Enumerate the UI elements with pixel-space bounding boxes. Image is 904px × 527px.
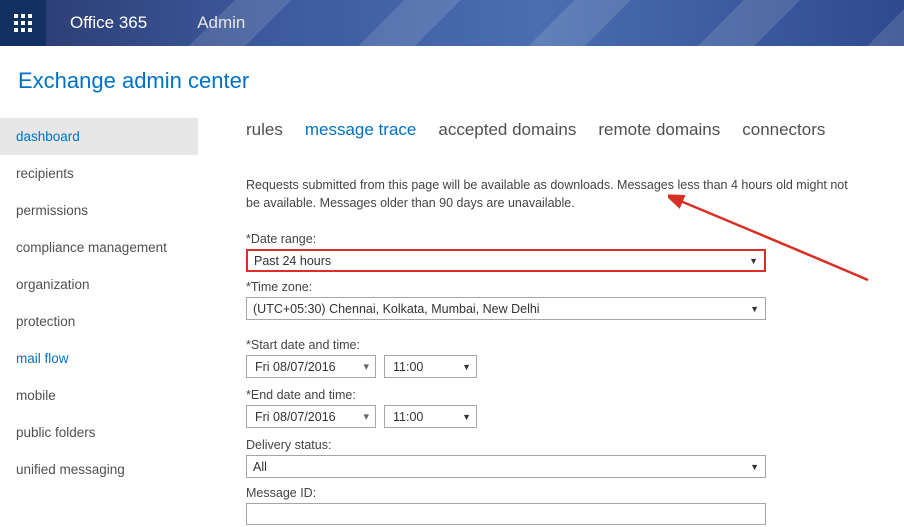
start-datetime-label: *Start date and time: [246,338,864,352]
sidebar-item-permissions[interactable]: permissions [0,192,198,229]
tab-rules[interactable]: rules [246,120,283,140]
main-content: rules message trace accepted domains rem… [198,118,904,525]
delivery-status-select[interactable]: All [246,455,766,478]
date-range-select[interactable]: Past 24 hours [246,249,766,272]
sidebar-item-organization[interactable]: organization [0,266,198,303]
sidebar-item-recipients[interactable]: recipients [0,155,198,192]
message-id-label: Message ID: [246,486,864,500]
sidebar-item-mail-flow[interactable]: mail flow [0,340,198,377]
sidebar-item-unified-messaging[interactable]: unified messaging [0,451,198,488]
end-datetime-label: *End date and time: [246,388,864,402]
timezone-value: (UTC+05:30) Chennai, Kolkata, Mumbai, Ne… [253,302,540,316]
tab-connectors[interactable]: connectors [742,120,825,140]
sidebar: dashboard recipients permissions complia… [0,118,198,525]
date-range-value: Past 24 hours [254,254,331,268]
start-date-picker[interactable]: Fri 08/07/2016 [246,355,376,378]
end-date-value: Fri 08/07/2016 [255,410,336,424]
tab-message-trace[interactable]: message trace [305,120,417,140]
message-id-input[interactable] [246,503,766,525]
sidebar-item-dashboard[interactable]: dashboard [0,118,198,155]
tab-remote-domains[interactable]: remote domains [598,120,720,140]
app-launcher-icon[interactable] [0,0,46,46]
date-range-label: *Date range: [246,232,864,246]
sidebar-item-public-folders[interactable]: public folders [0,414,198,451]
intro-text: Requests submitted from this page will b… [246,176,864,212]
sidebar-item-protection[interactable]: protection [0,303,198,340]
topbar: Office 365 Admin [0,0,904,46]
start-time-picker[interactable]: 11:00 [384,355,477,378]
timezone-label: *Time zone: [246,280,864,294]
timezone-select[interactable]: (UTC+05:30) Chennai, Kolkata, Mumbai, Ne… [246,297,766,320]
delivery-status-value: All [253,460,267,474]
page-title: Exchange admin center [0,46,904,118]
sidebar-item-compliance[interactable]: compliance management [0,229,198,266]
sidebar-item-mobile[interactable]: mobile [0,377,198,414]
start-date-value: Fri 08/07/2016 [255,360,336,374]
start-time-value: 11:00 [393,360,423,374]
end-time-value: 11:00 [393,410,423,424]
end-time-picker[interactable]: 11:00 [384,405,477,428]
brand-title: Office 365 [70,13,147,33]
brand-section: Admin [197,13,245,33]
tabstrip: rules message trace accepted domains rem… [246,118,864,140]
delivery-status-label: Delivery status: [246,438,864,452]
end-date-picker[interactable]: Fri 08/07/2016 [246,405,376,428]
tab-accepted-domains[interactable]: accepted domains [438,120,576,140]
